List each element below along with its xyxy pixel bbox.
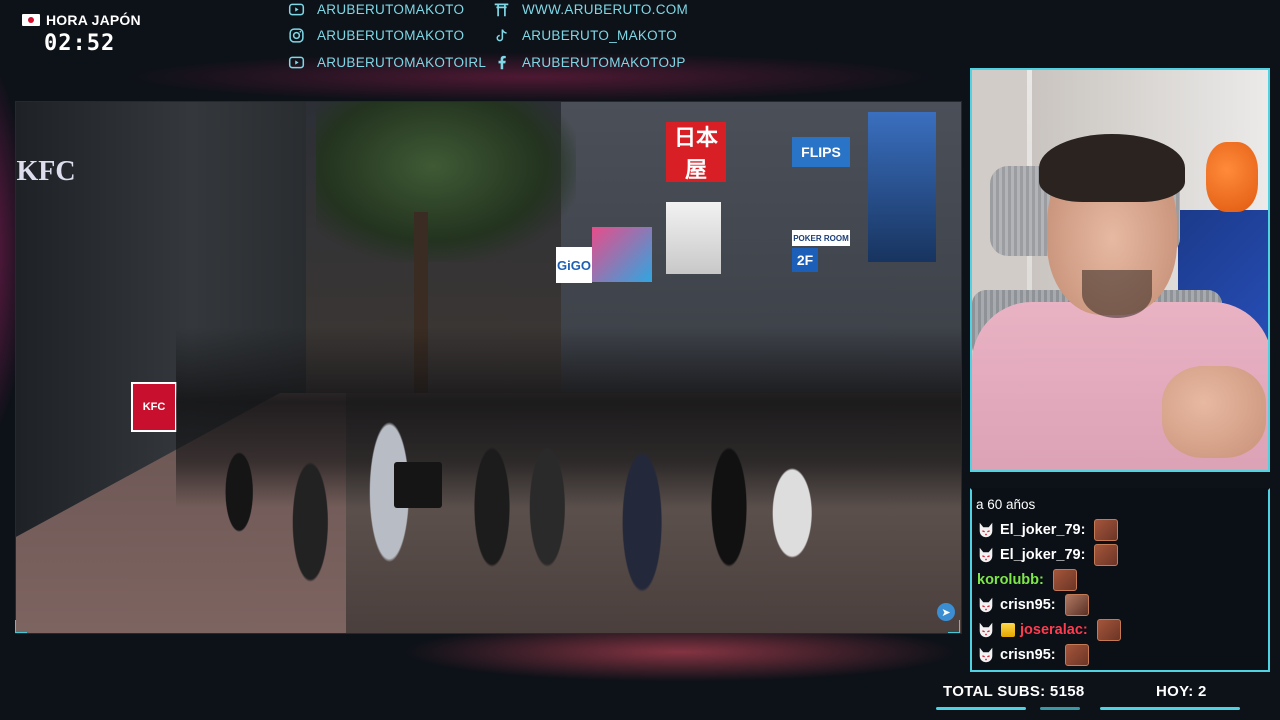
chat-username[interactable]: korolubb: [977, 572, 1044, 588]
social-links: ARUBERUTOMAKOTO ARUBERUTOMAKOTO ARUBERUT… [288, 0, 708, 80]
emote-icon [1052, 569, 1077, 591]
chat-message: korolubb: [977, 569, 1077, 591]
chat-message-continuation: a 60 años [976, 497, 1036, 512]
today-subs-counter: HOY: 2 [1156, 683, 1207, 700]
emote-icon [1064, 594, 1089, 616]
streamer-beard [1082, 270, 1152, 318]
gift-badge-icon [1001, 623, 1015, 637]
social-website[interactable]: WWW.ARUBERUTO.COM [493, 1, 688, 18]
chat-message: crisn95: [977, 594, 1089, 616]
chat-username[interactable]: joseralac: [1020, 622, 1088, 638]
tiktok-icon [493, 27, 510, 44]
poker-room-sign: POKER ROOM [792, 230, 850, 246]
kitsune-mask-icon [977, 521, 995, 539]
chat-message: joseralac: [977, 619, 1121, 641]
streamer-hair [1039, 134, 1185, 202]
social-youtube-main[interactable]: ARUBERUTOMAKOTO [288, 1, 464, 18]
japan-flag-icon [22, 14, 40, 26]
accent-bar [1040, 707, 1080, 710]
crowd [176, 327, 961, 627]
kfc-sign: KFC [16, 156, 76, 187]
street-tree [316, 102, 576, 262]
japan-clock-widget: HORA JAPÓN 02:52 [22, 12, 141, 56]
kitsune-mask-icon [977, 596, 995, 614]
frame-accent [959, 620, 960, 632]
kitsune-mask-icon [977, 546, 995, 564]
facebook-icon [493, 54, 510, 71]
youtube-icon [288, 1, 305, 18]
stream-video[interactable]: KFC KFC 日本屋 GiGO FLIPS POKER ROOM 2F ➤ [15, 101, 962, 634]
instagram-icon [288, 27, 305, 44]
social-youtube-irl[interactable]: ARUBERUTOMAKOTOIRL [288, 54, 486, 71]
lit-billboard [666, 202, 721, 274]
chat-username[interactable]: crisn95: [1000, 597, 1056, 613]
rocket-icon: ➤ [937, 603, 955, 621]
total-subs-counter: TOTAL SUBS: 5158 [943, 683, 1085, 700]
accent-bar [1100, 707, 1240, 710]
frame-accent [948, 632, 960, 633]
frame-accent [15, 620, 16, 632]
billboard [592, 227, 652, 282]
frame-accent [15, 632, 27, 633]
chat-message: El_joker_79: [977, 544, 1119, 566]
chat-username[interactable]: El_joker_79: [1000, 522, 1085, 538]
chat-panel[interactable]: a 60 años El_joker_79: El_joker_79: koro… [970, 488, 1270, 672]
kitsune-mask-icon [977, 621, 995, 639]
torii-gate-icon [493, 1, 510, 18]
emote-icon [1096, 619, 1121, 641]
orange-plush [1206, 142, 1258, 212]
webcam-feed[interactable] [970, 68, 1270, 472]
chat-username[interactable]: El_joker_79: [1000, 547, 1085, 563]
emote-icon [1094, 519, 1119, 541]
social-facebook[interactable]: ARUBERUTOMAKOTOJP [493, 54, 686, 71]
chat-username[interactable]: crisn95: [1000, 647, 1056, 663]
gigo-sign: GiGO [556, 247, 592, 283]
kitsune-mask-icon [977, 646, 995, 664]
emote-icon [1064, 644, 1089, 666]
clock-time: 02:52 [44, 31, 116, 56]
social-tiktok[interactable]: ARUBERUTO_MAKOTO [493, 27, 677, 44]
youtube-icon [288, 54, 305, 71]
kfc-standee: KFC [131, 382, 177, 432]
streamer-hand [1162, 366, 1266, 458]
social-instagram[interactable]: ARUBERUTOMAKOTO [288, 27, 464, 44]
floor-2f-sign: 2F [792, 248, 818, 272]
nihonya-sign: 日本屋 [666, 122, 726, 183]
anime-poster [868, 112, 936, 262]
clock-label: HORA JAPÓN [46, 12, 141, 28]
chat-message: El_joker_79: [977, 519, 1119, 541]
emote-icon [1094, 544, 1119, 566]
accent-bar [936, 707, 1026, 710]
delivery-bag [394, 462, 442, 508]
flips-sign: FLIPS [792, 137, 850, 167]
chat-message: crisn95: [977, 644, 1089, 666]
